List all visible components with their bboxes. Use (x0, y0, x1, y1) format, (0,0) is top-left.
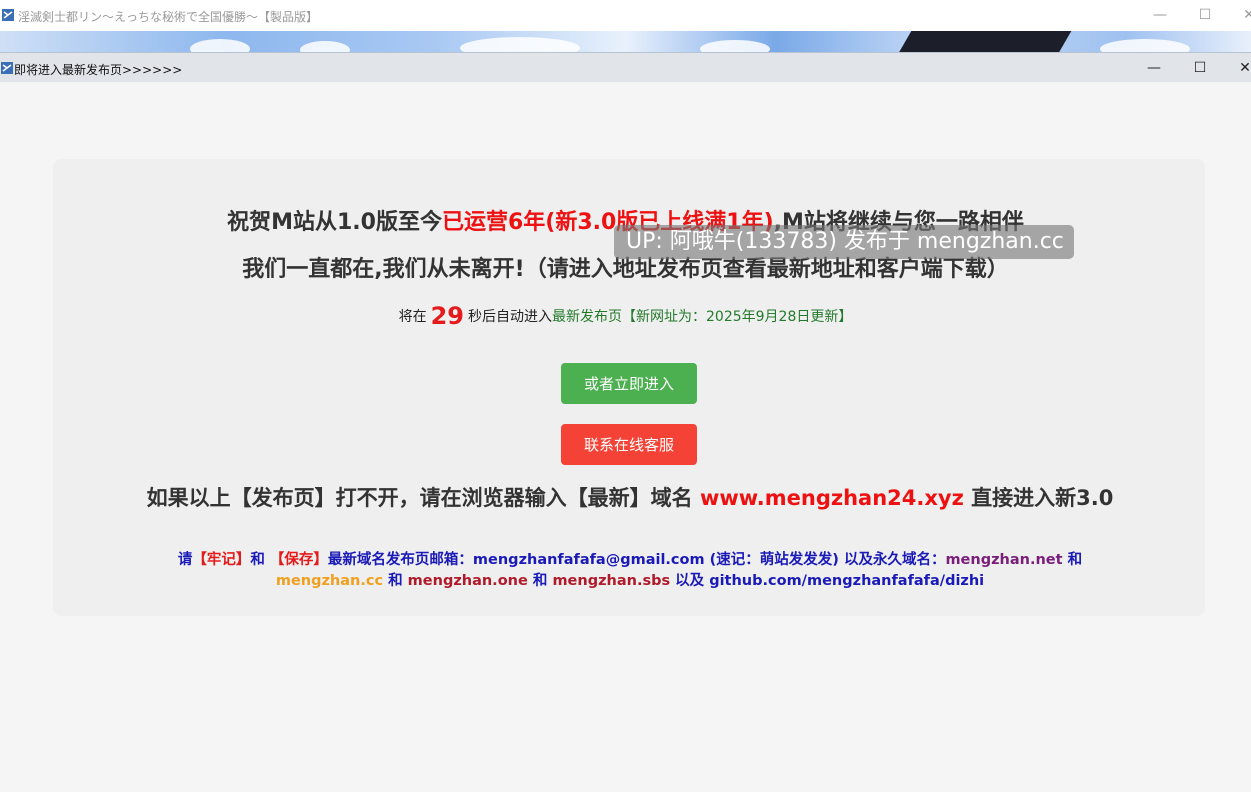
release-page-link[interactable]: 最新发布页【新网址为：2025年9月28日更新】 (552, 309, 852, 325)
close-button[interactable]: ✕ (1232, 56, 1251, 80)
countdown-prefix: 将在 (398, 309, 427, 325)
minimize-button[interactable]: — (1141, 56, 1167, 80)
fallback-instruction: 如果以上【发布页】打不开，请在浏览器输入【最新】域名 www.mengzhan2… (110, 484, 1150, 512)
note-text-1: 请 (177, 552, 193, 568)
note-save: 【保存】 (269, 552, 328, 568)
video-watermark: UP: 阿哦牛(133783) 发布于 mengzhan.cc (614, 225, 1074, 259)
maximize-button[interactable]: ☐ (1187, 56, 1213, 80)
domain-link-cc[interactable]: mengzhan.cc (276, 573, 383, 589)
countdown-middle: 秒后自动进入 (468, 309, 553, 325)
background-window: 淫滅剣士都リン～えっちな秘術で全国優勝～【製品版】 — ☐ ✕ (0, 0, 1251, 52)
app-icon (1, 62, 13, 74)
background-window-title: 淫滅剣士都リン～えっちな秘術で全国優勝～【製品版】 (18, 10, 319, 24)
countdown-seconds: 29 (430, 302, 465, 330)
background-minimize-button[interactable]: — (1148, 4, 1172, 26)
domain-link-net[interactable]: mengzhan.net (945, 552, 1062, 568)
game-banner-image (0, 31, 1251, 52)
fallback-suffix: 直接进入新3.0 (971, 486, 1114, 510)
enter-now-button[interactable]: 或者立即进入 (561, 363, 697, 404)
countdown-line: 将在 29 秒后自动进入最新发布页【新网址为：2025年9月28日更新】 (0, 299, 1251, 330)
permanent-domains-note: 请【牢记】和 【保存】最新域名发布页邮箱：mengzhanfafafa@gmai… (110, 550, 1150, 592)
background-close-button[interactable]: ✕ (1237, 4, 1251, 26)
fallback-prefix: 如果以上【发布页】打不开，请在浏览器输入【最新】域名 (146, 486, 693, 510)
background-titlebar: 淫滅剣士都リン～えっちな秘術で全国優勝～【製品版】 — ☐ ✕ (0, 0, 1251, 32)
note-remember: 【牢记】 (192, 552, 251, 568)
headline-text-1: 祝贺M站从1.0版至今 (227, 210, 442, 235)
background-maximize-button[interactable]: ☐ (1193, 4, 1217, 26)
app-icon (2, 9, 14, 21)
note-text-4: 和 (1062, 552, 1083, 568)
note-text-2: 和 (250, 552, 270, 568)
domain-link-one[interactable]: mengzhan.one (408, 573, 528, 589)
dialog-titlebar: 即将进入最新发布页>>>>>> — ☐ ✕ (0, 53, 1251, 82)
note-text-3: 最新域名发布页邮箱：mengzhanfafafa@gmail.com (速记：萌… (327, 552, 946, 568)
note-text-7: 以及 github.com/mengzhanfafafa/dizhi (670, 573, 985, 589)
fallback-domain-link[interactable]: www.mengzhan24.xyz (700, 486, 964, 510)
contact-support-button[interactable]: 联系在线客服 (561, 424, 697, 465)
dialog-title: 即将进入最新发布页>>>>>> (14, 63, 183, 77)
note-text-6: 和 (527, 573, 553, 589)
note-text-5: 和 (383, 573, 408, 589)
domain-link-sbs[interactable]: mengzhan.sbs (552, 573, 670, 589)
